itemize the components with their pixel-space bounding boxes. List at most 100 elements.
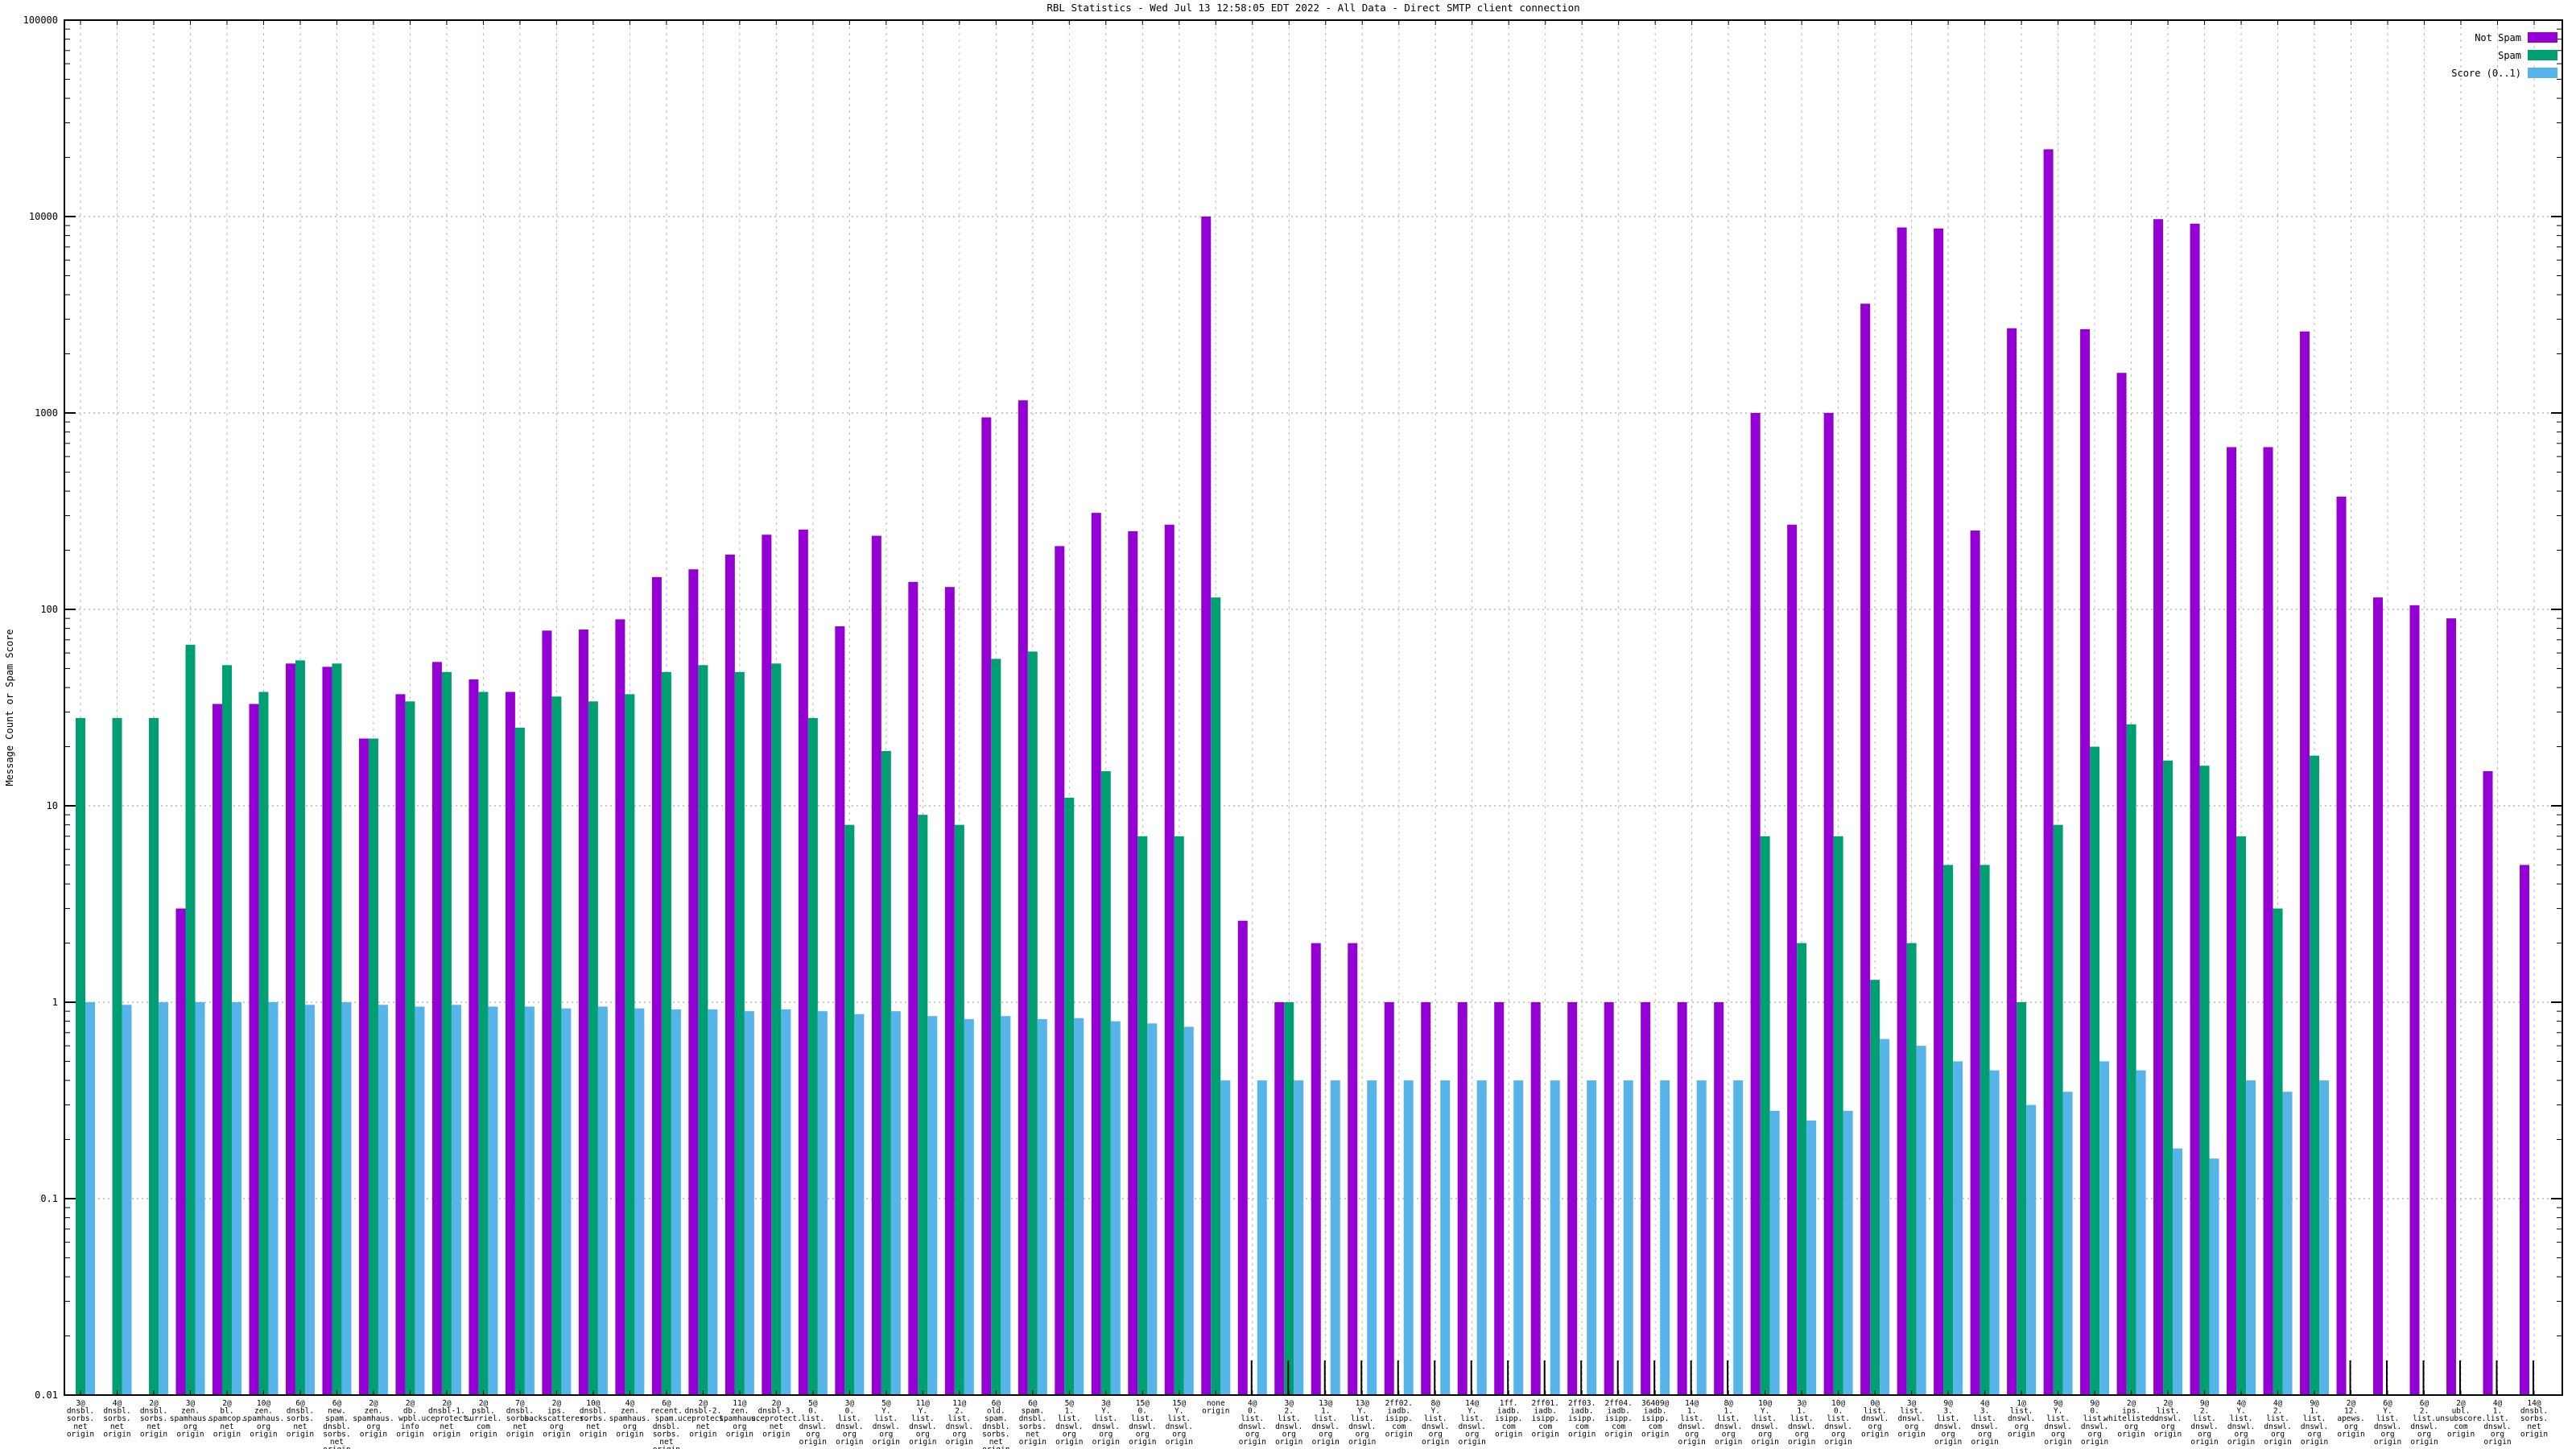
bar-spam (112, 717, 122, 1395)
bar-not-spam (285, 663, 295, 1395)
bar-spam (258, 691, 269, 1395)
bar-score (1916, 1046, 1926, 1395)
bar-spam (2236, 836, 2247, 1395)
bar-spam (514, 727, 525, 1395)
bar-not-spam (1055, 546, 1065, 1396)
bar-score (1367, 1080, 1377, 1395)
bar-spam (148, 717, 159, 1395)
bar-spam (1943, 865, 1954, 1395)
x-tick-label: 6@ spam. dnsbl. sorbs. net origin (1019, 1399, 1046, 1447)
bar-not-spam (724, 554, 735, 1395)
bar-score (1880, 1038, 1890, 1395)
bar-not-spam (1750, 413, 1761, 1395)
bar-not-spam (1494, 1002, 1505, 1395)
bar-score (1696, 1080, 1707, 1395)
bar-score (964, 1019, 974, 1395)
bar-not-spam (1237, 920, 1248, 1395)
bar-score (341, 1002, 352, 1395)
bar-score (2282, 1092, 2293, 1395)
bar-not-spam (1018, 400, 1028, 1396)
bar-score (195, 1002, 205, 1395)
bar-spam (2017, 1002, 2027, 1395)
bar-score (1733, 1080, 1744, 1395)
bar-spam (771, 663, 782, 1395)
bar-not-spam (1714, 1002, 1724, 1395)
bar-spam (551, 696, 562, 1395)
bar-not-spam (1897, 227, 1907, 1395)
bar-not-spam (2446, 618, 2457, 1395)
y-tick-label: 1 (52, 997, 58, 1008)
x-tick-label: 2ff01. iadb. isipp. com origin (1532, 1399, 1559, 1439)
legend-swatch-spam (2528, 50, 2557, 60)
bar-not-spam (1823, 413, 1834, 1395)
bar-score (2209, 1158, 2219, 1395)
bar-spam (1284, 1002, 1294, 1395)
y-tick-label: 10000 (29, 211, 58, 222)
bar-not-spam (871, 535, 881, 1395)
bar-score (231, 1002, 242, 1395)
bar-not-spam (944, 587, 955, 1395)
bar-not-spam (2520, 865, 2529, 1395)
bar-spam (698, 665, 708, 1395)
legend-swatch-not-spam (2528, 32, 2557, 43)
bar-score (1294, 1080, 1304, 1395)
bar-spam (1211, 597, 1221, 1395)
bar-not-spam (2263, 447, 2273, 1395)
bar-not-spam (1348, 943, 1358, 1395)
x-tick-label: 36409@ iadb. isipp. com origin (1641, 1399, 1670, 1439)
bar-score (415, 1006, 425, 1395)
bar-score (1513, 1080, 1524, 1395)
bar-not-spam (1604, 1002, 1614, 1395)
bar-score (1806, 1120, 1817, 1395)
bar-spam (221, 665, 232, 1395)
bar-not-spam (1641, 1002, 1651, 1395)
bar-score (1660, 1080, 1670, 1395)
bar-not-spam (1274, 1002, 1285, 1395)
bar-score (2136, 1070, 2146, 1395)
chart-title: RBL Statistics - Wed Jul 13 12:58:05 EDT… (1046, 2, 1579, 14)
bar-score (1476, 1080, 1487, 1395)
bar-spam (1174, 836, 1184, 1395)
bar-score (1001, 1016, 1011, 1395)
bar-spam (881, 750, 891, 1395)
bar-spam (76, 717, 85, 1395)
bar-score (927, 1016, 938, 1395)
bar-not-spam (2007, 328, 2017, 1395)
bar-not-spam (798, 529, 808, 1395)
bar-spam (2199, 766, 2210, 1395)
bar-score (890, 1011, 901, 1395)
x-tick-label: 2ff02. iadb. isipp. com origin (1385, 1399, 1413, 1439)
x-tick-label: 2ff03. iadb. isipp. com origin (1568, 1399, 1596, 1439)
bar-spam (1797, 943, 1807, 1395)
bar-spam (1100, 771, 1111, 1395)
bar-not-spam (2190, 223, 2200, 1395)
bar-not-spam (2116, 373, 2127, 1396)
bar-score (708, 1009, 718, 1395)
x-tick-label: 2ff04. iadb. isipp. com origin (1605, 1399, 1633, 1439)
bar-not-spam (651, 576, 662, 1395)
bar-spam (1979, 865, 1990, 1395)
bar-not-spam (835, 626, 845, 1395)
bar-spam (332, 663, 342, 1395)
bar-not-spam (1787, 524, 1798, 1395)
bar-not-spam (322, 667, 332, 1395)
bar-not-spam (981, 417, 992, 1395)
bar-score (744, 1011, 754, 1395)
bar-spam (295, 660, 305, 1395)
bar-spam (405, 701, 415, 1395)
bar-spam (1064, 797, 1075, 1395)
bar-spam (2126, 724, 2136, 1395)
legend-swatch-score (2528, 68, 2557, 78)
bar-not-spam (1530, 1002, 1541, 1395)
bar-not-spam (1934, 228, 1944, 1395)
bar-score (268, 1002, 279, 1395)
bar-spam (368, 738, 378, 1395)
bar-score (1550, 1080, 1560, 1395)
bar-spam (1833, 836, 1843, 1395)
bar-score (781, 1009, 791, 1395)
bar-score (1953, 1061, 1963, 1395)
bar-not-spam (762, 535, 772, 1395)
bar-not-spam (175, 908, 186, 1395)
bar-score (488, 1006, 498, 1395)
bar-score (2062, 1092, 2073, 1395)
